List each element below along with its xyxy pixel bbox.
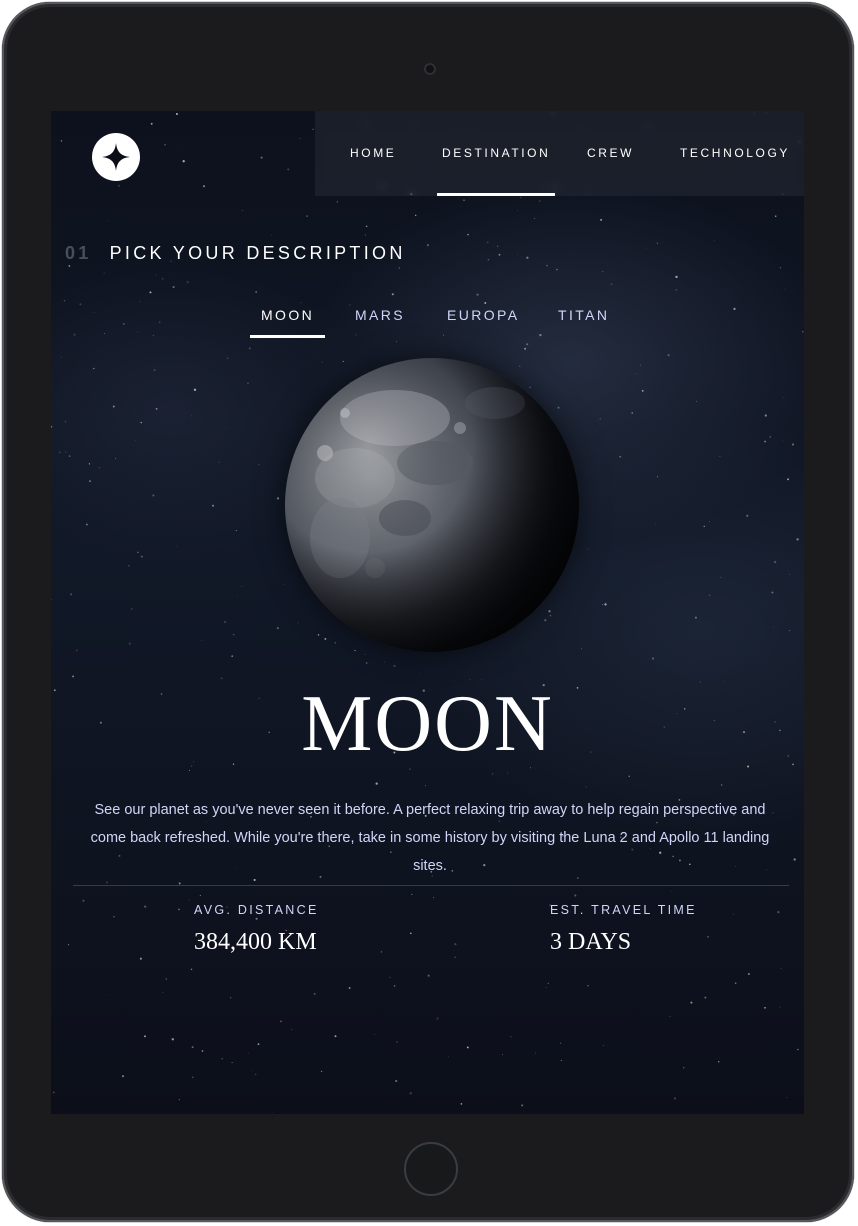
- four-point-star-icon: [102, 143, 130, 171]
- tab-mars[interactable]: MARS: [355, 307, 405, 337]
- page-number: 01: [65, 243, 92, 263]
- nav-item-technology[interactable]: TECHNOLOGY: [680, 111, 790, 196]
- nav-item-home[interactable]: HOME: [350, 111, 396, 196]
- destination-description: See our planet as you've never seen it b…: [90, 802, 770, 874]
- destination-name: MOON: [301, 680, 554, 768]
- tab-europa[interactable]: EUROPA: [447, 307, 520, 337]
- tab-titan[interactable]: TITAN: [558, 307, 609, 337]
- nav-item-destination[interactable]: DESTINATION: [436, 111, 556, 196]
- logo[interactable]: [92, 133, 140, 181]
- page-title-text: PICK YOUR DESCRIPTION: [109, 243, 406, 263]
- stat-label-travel-time: EST. TRAVEL TIME: [550, 903, 697, 917]
- moon-image: [285, 358, 579, 652]
- main-nav: HOME DESTINATION CREW TECHNOLOGY: [315, 111, 804, 196]
- camera-icon: [424, 63, 436, 75]
- page-title: 01 PICK YOUR DESCRIPTION: [65, 243, 406, 264]
- home-button[interactable]: [404, 1142, 458, 1196]
- app-screen: HOME DESTINATION CREW TECHNOLOGY 01 PICK …: [51, 111, 804, 1114]
- moon-surface-graphic: [285, 358, 579, 652]
- tab-moon[interactable]: MOON: [249, 307, 326, 338]
- stat-label-distance: AVG. DISTANCE: [194, 903, 319, 917]
- divider: [73, 885, 789, 886]
- nav-item-crew[interactable]: CREW: [587, 111, 634, 196]
- stat-value-distance: 384,400 KM: [194, 929, 317, 955]
- stat-value-travel-time: 3 DAYS: [550, 929, 632, 955]
